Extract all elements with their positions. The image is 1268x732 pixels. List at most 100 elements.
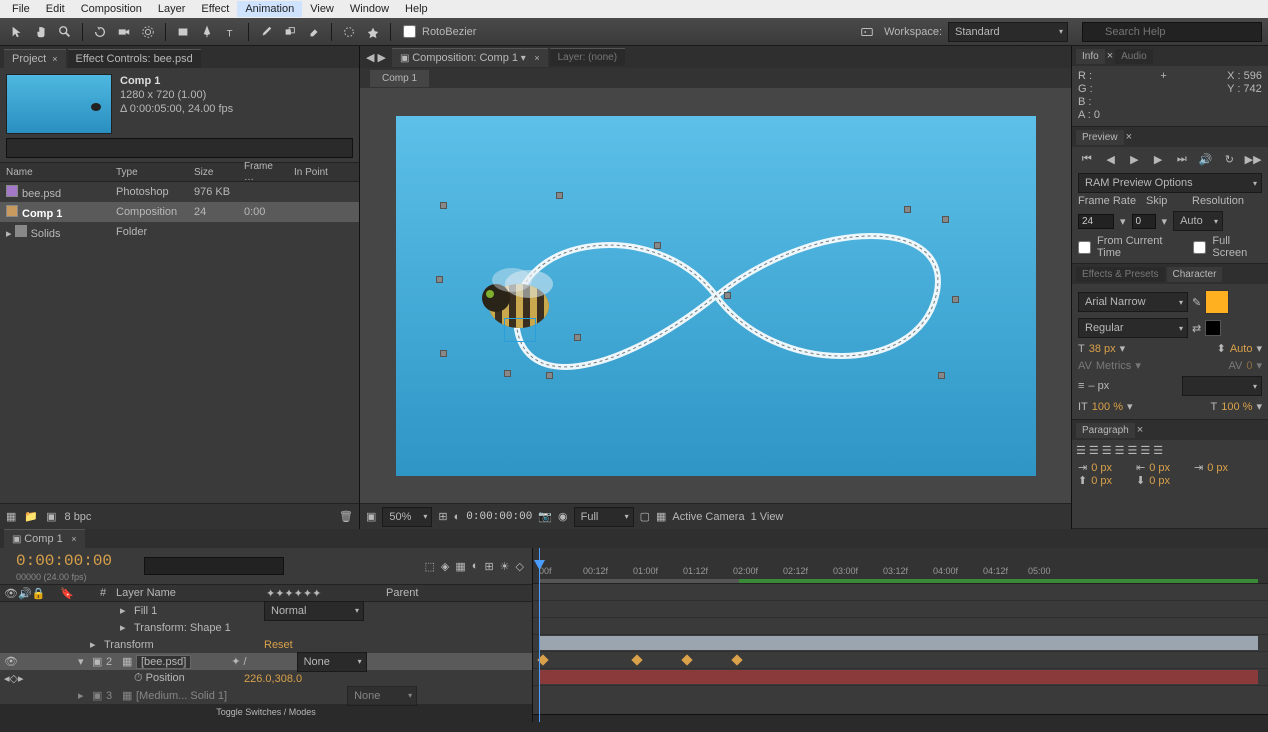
- current-time[interactable]: 0:00:00:00: [8, 550, 120, 572]
- viewer[interactable]: [360, 88, 1071, 503]
- sync-settings-icon[interactable]: [856, 21, 878, 43]
- rect-tool[interactable]: [172, 21, 194, 43]
- tab-character[interactable]: Character: [1167, 267, 1223, 282]
- framerate-input[interactable]: [1078, 214, 1114, 229]
- preview-res-dropdown[interactable]: Auto: [1173, 211, 1223, 231]
- tab-effects-presets[interactable]: Effects & Presets: [1076, 267, 1165, 282]
- timeline-tracks[interactable]: 00f 00:12f 01:00f 01:12f 02:00f 02:12f 0…: [533, 548, 1268, 722]
- justify-center-icon[interactable]: ☰: [1128, 444, 1138, 457]
- close-icon[interactable]: ×: [532, 53, 540, 63]
- hand-tool[interactable]: [30, 21, 52, 43]
- always-preview-icon[interactable]: ▣: [366, 510, 376, 523]
- play-button[interactable]: ▶: [1126, 151, 1142, 167]
- clone-tool[interactable]: [279, 21, 301, 43]
- prev-frame-button[interactable]: ◀: [1103, 151, 1119, 167]
- roto-brush-tool[interactable]: [338, 21, 360, 43]
- folder-icon[interactable]: 📁: [24, 510, 38, 523]
- menu-effect[interactable]: Effect: [193, 1, 237, 17]
- frame-blend-icon[interactable]: ▦: [455, 560, 465, 573]
- skip-input[interactable]: [1132, 214, 1156, 229]
- align-center-icon[interactable]: ☰: [1089, 444, 1099, 457]
- leading-value[interactable]: Auto: [1230, 343, 1253, 355]
- comp-icon[interactable]: ▣: [46, 510, 56, 523]
- transparency-icon[interactable]: ▦: [656, 510, 666, 523]
- loop-button[interactable]: ↻: [1221, 151, 1237, 167]
- motion-blur-icon[interactable]: ◐: [472, 560, 479, 573]
- menu-edit[interactable]: Edit: [38, 1, 73, 17]
- comp-subtab[interactable]: Comp 1: [370, 70, 429, 87]
- channel-icon[interactable]: ◉: [558, 510, 568, 523]
- brush-tool[interactable]: [255, 21, 277, 43]
- zoom-tool[interactable]: [54, 21, 76, 43]
- type-tool[interactable]: T: [220, 21, 242, 43]
- last-frame-button[interactable]: ⏭: [1174, 151, 1190, 167]
- project-item-bee[interactable]: bee.psd Photoshop 976 KB: [0, 182, 359, 202]
- eyedropper-icon[interactable]: ✎: [1192, 296, 1201, 309]
- pan-behind-tool[interactable]: [137, 21, 159, 43]
- zoom-dropdown[interactable]: 50%: [382, 507, 432, 527]
- graph-editor-icon[interactable]: ⊞: [484, 560, 493, 573]
- swap-colors-icon[interactable]: ⇄: [1192, 322, 1201, 335]
- tab-layer[interactable]: Layer: (none): [550, 48, 625, 66]
- bpc-label[interactable]: 8 bpc: [65, 511, 92, 523]
- timecode-display[interactable]: 0:00:00:00: [466, 511, 532, 523]
- time-ruler[interactable]: 00f 00:12f 01:00f 01:12f 02:00f 02:12f 0…: [533, 548, 1268, 584]
- toggle-switches-button[interactable]: Toggle Switches / Modes: [0, 704, 532, 722]
- menu-animation[interactable]: Animation: [237, 1, 302, 17]
- font-dropdown[interactable]: Arial Narrow: [1078, 292, 1188, 312]
- pen-tool[interactable]: [196, 21, 218, 43]
- timeline-row-transform-shape[interactable]: ▸Transform: Shape 1: [0, 619, 532, 636]
- tab-effect-controls[interactable]: Effect Controls: bee.psd: [68, 49, 201, 68]
- justify-left-icon[interactable]: ☰: [1115, 444, 1125, 457]
- rotation-tool[interactable]: [89, 21, 111, 43]
- camera-label[interactable]: Active Camera: [672, 511, 744, 523]
- camera-tool[interactable]: [113, 21, 135, 43]
- timeline-row-transform[interactable]: ▸TransformReset: [0, 636, 532, 653]
- roi-icon[interactable]: ▢: [640, 510, 650, 523]
- resolution-dropdown[interactable]: Full: [574, 507, 634, 527]
- ram-options-dropdown[interactable]: RAM Preview Options: [1078, 173, 1262, 193]
- draft3d-icon[interactable]: ◈: [441, 560, 449, 573]
- next-frame-button[interactable]: ▶: [1150, 151, 1166, 167]
- keyframe[interactable]: [681, 654, 692, 665]
- stroke-style-dropdown[interactable]: [1182, 376, 1262, 396]
- from-current-checkbox[interactable]: [1078, 241, 1091, 254]
- brainstorm-icon[interactable]: ☀: [500, 560, 510, 573]
- justify-right-icon[interactable]: ☰: [1140, 444, 1150, 457]
- timeline-search[interactable]: [144, 557, 284, 575]
- selection-tool[interactable]: [6, 21, 28, 43]
- close-icon[interactable]: ×: [69, 534, 77, 544]
- tab-project[interactable]: Project×: [4, 49, 66, 68]
- interpret-icon[interactable]: ▦: [6, 510, 16, 523]
- playhead[interactable]: [539, 548, 540, 722]
- close-icon[interactable]: ×: [52, 54, 57, 64]
- align-left-icon[interactable]: ☰: [1076, 444, 1086, 457]
- timeline-row-solid[interactable]: ▸▣3 ▦[Medium... Solid 1] None: [0, 687, 532, 704]
- menu-view[interactable]: View: [302, 1, 342, 17]
- fontstyle-dropdown[interactable]: Regular: [1078, 318, 1188, 338]
- tab-preview[interactable]: Preview: [1076, 130, 1124, 145]
- menu-file[interactable]: File: [4, 1, 38, 17]
- tab-paragraph[interactable]: Paragraph: [1076, 423, 1135, 438]
- justify-all-icon[interactable]: ☰: [1153, 444, 1163, 457]
- search-help-input[interactable]: [1082, 22, 1262, 42]
- tab-info[interactable]: Info: [1076, 49, 1105, 64]
- timeline-row-position[interactable]: ◂◇▸⏱ Position226.0,308.0: [0, 670, 532, 687]
- snapshot-icon[interactable]: 📷: [538, 510, 552, 523]
- rotobezier-checkbox[interactable]: [403, 25, 416, 38]
- stroke-color-swatch[interactable]: [1205, 320, 1221, 336]
- mask-icon[interactable]: ◐: [454, 511, 461, 523]
- align-right-icon[interactable]: ☰: [1102, 444, 1112, 457]
- project-item-comp1[interactable]: Comp 1 Composition 24 0:00: [0, 202, 359, 222]
- mute-button[interactable]: 🔊: [1198, 151, 1214, 167]
- workspace-dropdown[interactable]: Standard: [948, 22, 1068, 42]
- bee-layer[interactable]: [474, 256, 564, 336]
- menu-help[interactable]: Help: [397, 1, 436, 17]
- fullscreen-checkbox[interactable]: [1193, 241, 1206, 254]
- ram-preview-button[interactable]: ▶▶: [1245, 151, 1261, 167]
- first-frame-button[interactable]: ⏮: [1079, 151, 1095, 167]
- trash-icon[interactable]: 🗑: [339, 510, 353, 523]
- puppet-tool[interactable]: [362, 21, 384, 43]
- canvas[interactable]: [396, 116, 1036, 476]
- views-label[interactable]: 1 View: [751, 511, 784, 523]
